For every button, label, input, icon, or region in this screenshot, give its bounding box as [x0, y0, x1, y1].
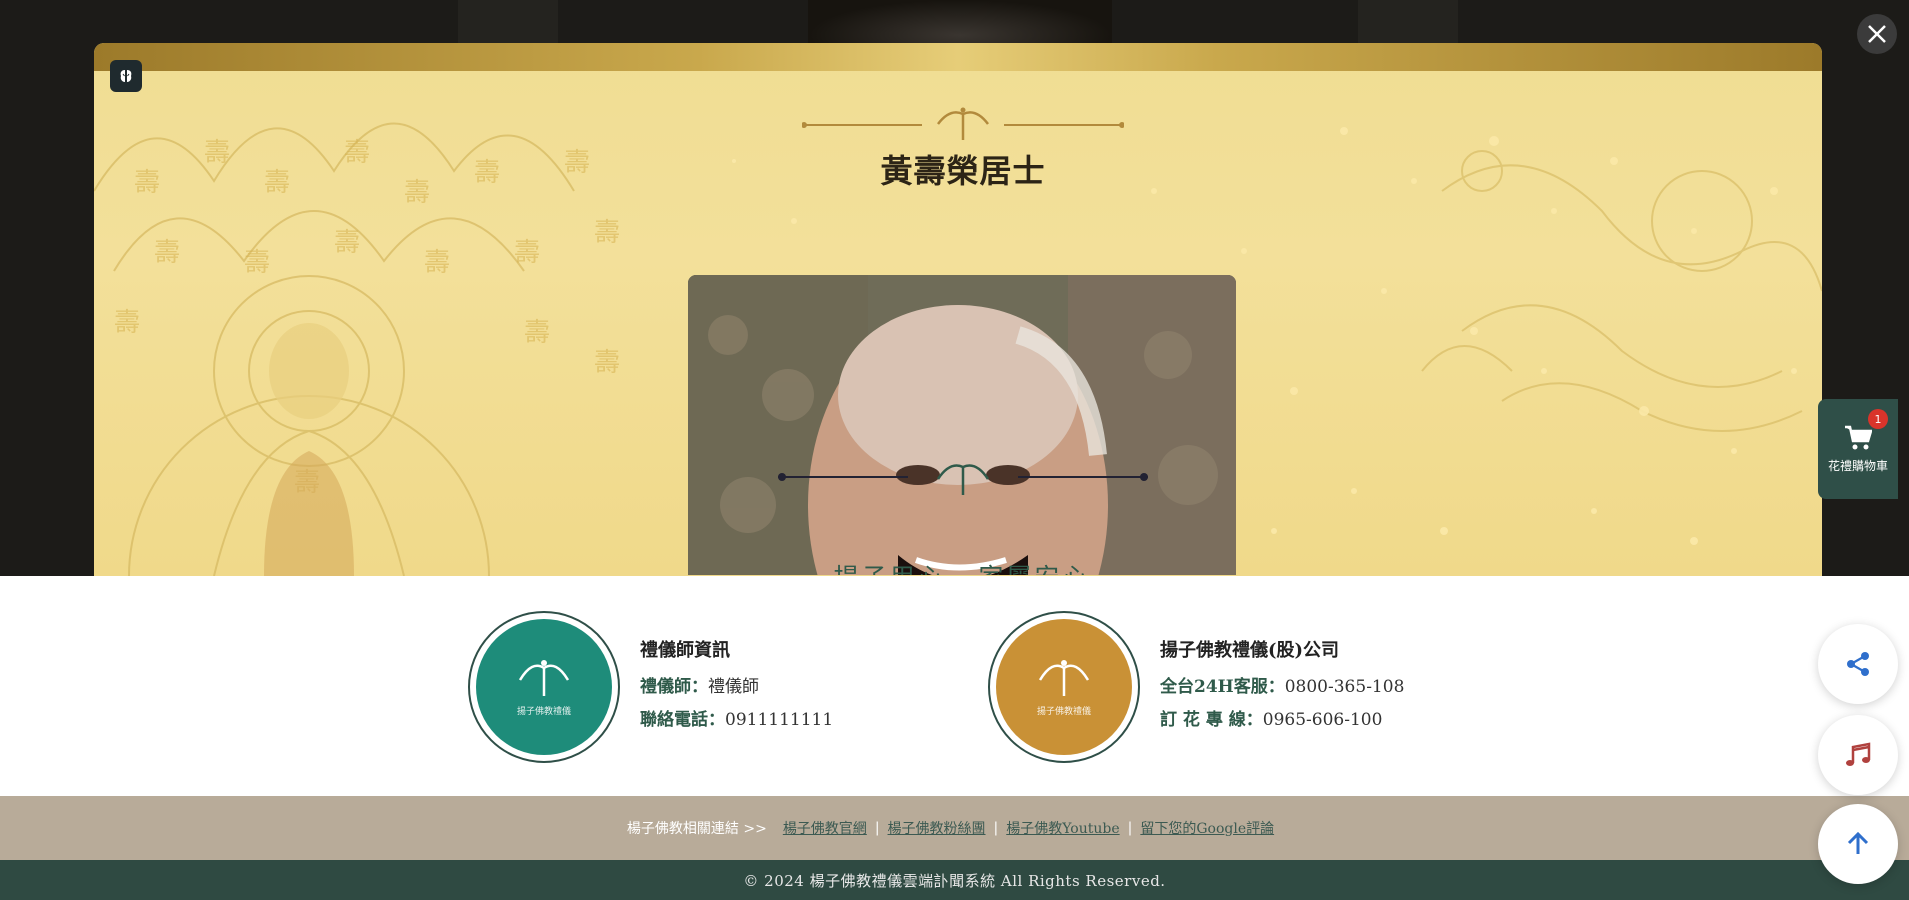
slogan-text: 揚子用心 · 家屬安心 — [688, 558, 1236, 575]
music-toggle-button[interactable] — [1818, 715, 1898, 795]
slogan-ornament — [778, 464, 1148, 495]
brain-icon — [120, 70, 132, 82]
officiant-info-card: 揚子佛教禮儀 禮儀師資訊 禮儀師：禮儀師 聯絡電話：0911111111 — [468, 611, 833, 763]
scroll-top-button[interactable] — [1818, 804, 1898, 884]
modal-menu-button[interactable] — [110, 60, 142, 92]
portrait-image — [688, 275, 1236, 575]
close-icon — [1868, 25, 1886, 43]
officiant-name-line: 禮儀師：禮儀師 — [640, 672, 833, 697]
company-logo-icon — [1038, 659, 1090, 696]
officiant-logo: 揚子佛教禮儀 — [468, 611, 620, 763]
share-button[interactable] — [1818, 624, 1898, 704]
deceased-name: 黃壽榮居士 — [880, 152, 1046, 190]
link-youtube[interactable]: 楊子佛教Youtube — [1006, 818, 1119, 838]
company-logo-icon — [518, 659, 570, 696]
officiant-info-title: 禮儀師資訊 — [640, 640, 730, 661]
deceased-photo: 揚子用心 · 家屬安心 — [688, 275, 1236, 575]
contact-info-section: 揚子佛教禮儀 禮儀師資訊 禮儀師：禮儀師 聯絡電話：0911111111 揚子佛… — [0, 576, 1909, 796]
company-logo: 揚子佛教禮儀 — [988, 611, 1140, 763]
share-icon — [1847, 652, 1869, 676]
link-fan-page[interactable]: 楊子佛教粉絲團 — [888, 818, 986, 838]
related-links-bar: 楊子佛教相關連結 >> 楊子佛教官網 | 楊子佛教粉絲團 | 楊子佛教Youtu… — [0, 796, 1909, 860]
link-separator: | — [874, 820, 880, 836]
flower-phone[interactable]: 0965-606-100 — [1263, 710, 1383, 730]
link-official-site[interactable]: 楊子佛教官網 — [783, 818, 867, 838]
cart-icon — [1845, 425, 1872, 449]
arrow-up-icon — [1847, 831, 1869, 854]
cart-count-badge: 1 — [1868, 409, 1888, 429]
officiant-phone-line: 聯絡電話：0911111111 — [640, 705, 833, 730]
flower-label: 訂 花 專 線： — [1160, 710, 1263, 730]
flower-line: 訂 花 專 線：0965-606-100 — [1160, 705, 1404, 730]
service-phone[interactable]: 0800-365-108 — [1285, 677, 1405, 697]
officiant-phone[interactable]: 0911111111 — [725, 710, 833, 730]
service-line: 全台24H客服：0800-365-108 — [1160, 672, 1404, 697]
footer: © 2024 楊子佛教禮儀雲端訃聞系統 All Rights Reserved. — [0, 860, 1909, 900]
music-icon — [1846, 742, 1871, 766]
copyright-text: © 2024 楊子佛教禮儀雲端訃聞系統 All Rights Reserved. — [743, 871, 1166, 890]
cart-label: 花禮購物車 — [1827, 458, 1888, 473]
flower-cart-button[interactable]: 1 花禮購物車 — [1818, 399, 1898, 499]
link-separator: | — [1127, 820, 1133, 836]
backdrop-portrait — [808, 0, 1112, 44]
company-info-card: 揚子佛教禮儀 揚子佛教禮儀(股)公司 全台24H客服：0800-365-108 … — [988, 611, 1404, 763]
service-label: 全台24H客服： — [1160, 677, 1285, 697]
title-ornament — [802, 107, 1124, 140]
modal-gold-bar — [94, 43, 1822, 71]
phone-label: 聯絡電話： — [640, 710, 725, 730]
links-prefix: 楊子佛教相關連結 >> — [626, 821, 767, 837]
close-modal-button[interactable] — [1857, 14, 1897, 54]
logo-caption: 揚子佛教禮儀 — [516, 706, 571, 717]
officiant-label: 禮儀師： — [640, 677, 708, 697]
officiant-name: 禮儀師 — [708, 677, 759, 697]
logo-caption: 揚子佛教禮儀 — [1036, 706, 1091, 717]
company-info-title: 揚子佛教禮儀(股)公司 — [1160, 640, 1340, 661]
link-google-review[interactable]: 留下您的Google評論 — [1140, 818, 1274, 838]
link-separator: | — [993, 820, 999, 836]
